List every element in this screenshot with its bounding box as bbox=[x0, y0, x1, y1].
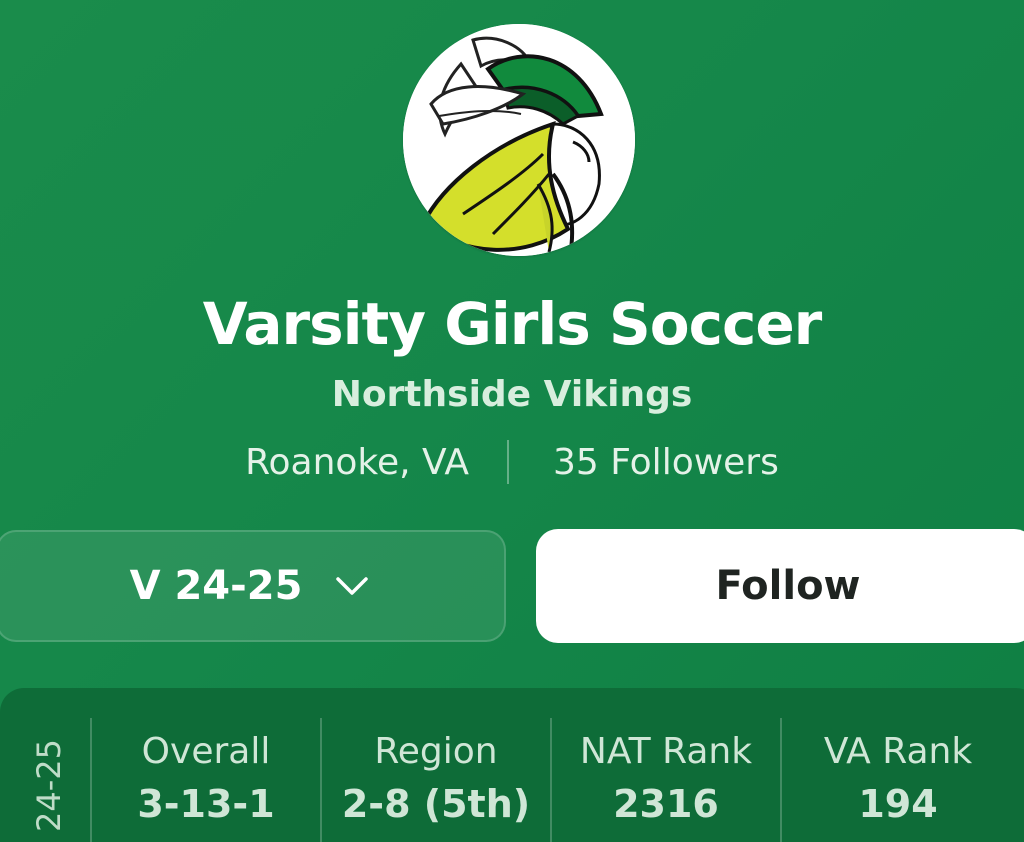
chevron-down-icon bbox=[336, 577, 369, 595]
stats-season-label: 24-25 bbox=[18, 712, 78, 842]
stats-season-text: 24-25 bbox=[30, 739, 68, 832]
stat-label: VA Rank bbox=[823, 731, 973, 772]
followers-count[interactable]: 35 Followers bbox=[553, 442, 779, 483]
meta-divider bbox=[506, 440, 509, 484]
team-location: Roanoke, VA bbox=[245, 441, 469, 483]
viking-mascot-icon bbox=[403, 24, 635, 256]
stat-label: Region bbox=[374, 731, 498, 772]
team-title: Varsity Girls Soccer bbox=[202, 290, 823, 358]
follow-button[interactable]: Follow bbox=[536, 529, 1024, 643]
team-meta: Roanoke, VA 35 Followers bbox=[0, 437, 1024, 487]
stat-overall: Overall 3-13-1 bbox=[92, 728, 320, 832]
season-selector[interactable]: V 24-25 bbox=[0, 530, 506, 642]
team-profile-page: Varsity Girls Soccer Northside Vikings R… bbox=[0, 0, 1024, 842]
school-name: Northside Vikings bbox=[331, 374, 693, 415]
stat-value: 3-13-1 bbox=[137, 782, 275, 826]
team-logo bbox=[403, 24, 635, 256]
follow-button-label: Follow bbox=[715, 563, 861, 609]
stat-value: 194 bbox=[858, 782, 938, 826]
stat-label: NAT Rank bbox=[579, 731, 753, 772]
stat-label: Overall bbox=[141, 731, 271, 772]
stat-value: 2-8 (5th) bbox=[341, 782, 531, 826]
stat-va-rank: VA Rank 194 bbox=[782, 728, 1014, 832]
stat-value: 2316 bbox=[613, 782, 719, 826]
stat-region: Region 2-8 (5th) bbox=[322, 728, 550, 832]
stat-nat-rank: NAT Rank 2316 bbox=[552, 728, 780, 832]
season-selector-label: V 24-25 bbox=[129, 563, 303, 609]
